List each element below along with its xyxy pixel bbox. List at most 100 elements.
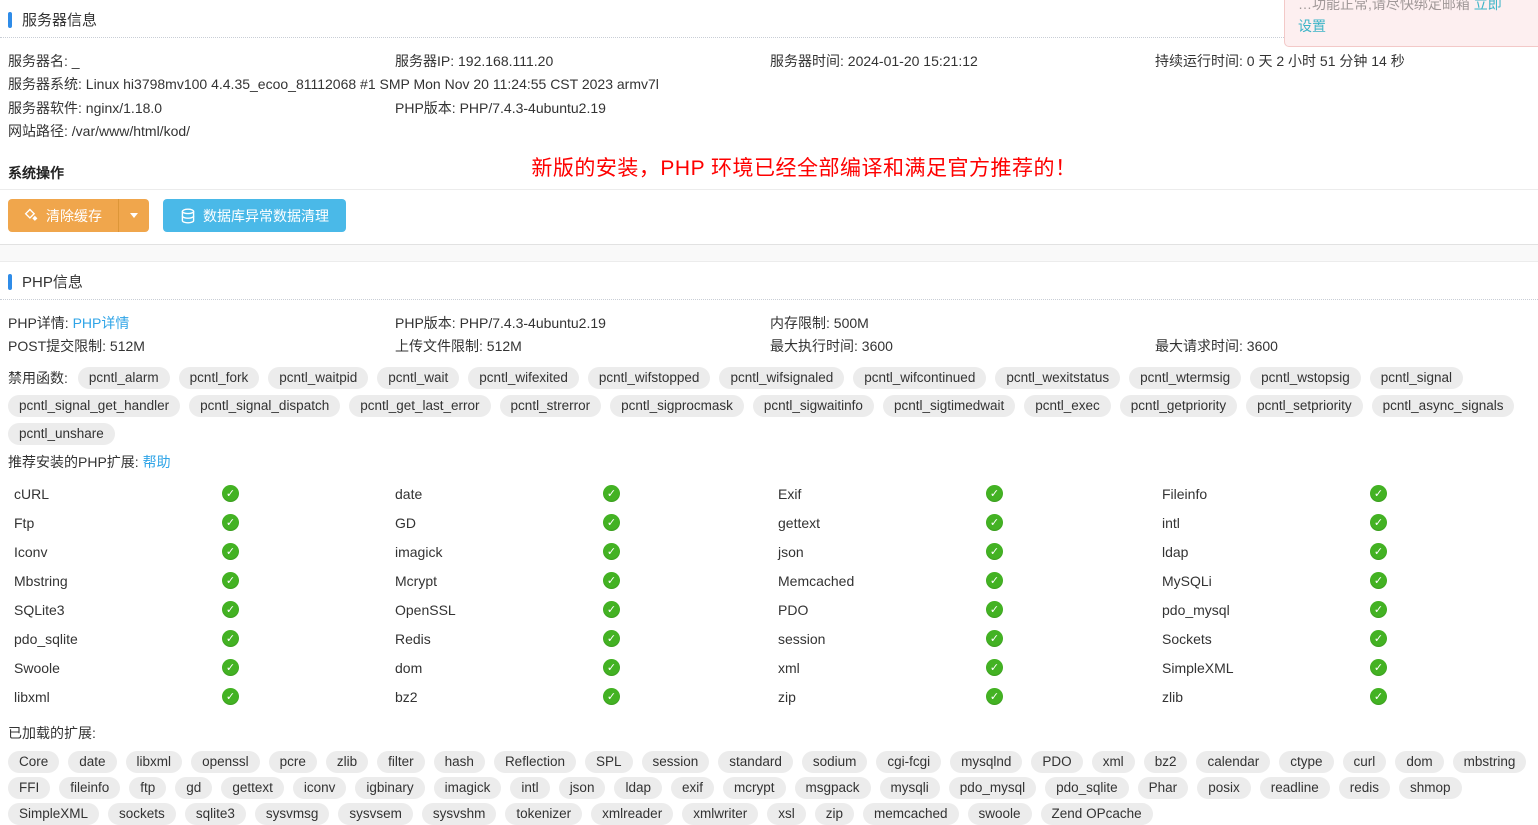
disabled-function-tag: pcntl_setpriority: [1246, 395, 1363, 417]
check-icon: ✓: [222, 514, 239, 531]
extension-name: gettext: [778, 515, 986, 531]
disabled-function-tag: pcntl_wifexited: [468, 367, 579, 389]
loaded-extension-tag: imagick: [434, 777, 502, 799]
server-info-grid: 服务器名: _ 服务器IP: 192.168.111.20 服务器时间: 202…: [8, 38, 1530, 143]
extension-name: dom: [395, 660, 603, 676]
notification-setup-link-part1[interactable]: 立即: [1474, 0, 1502, 12]
extension-name: OpenSSL: [395, 602, 603, 618]
disabled-function-tag: pcntl_get_last_error: [349, 395, 490, 417]
db-clean-label: 数据库异常数据清理: [203, 206, 329, 226]
disabled-function-tag: pcntl_sigprocmask: [610, 395, 744, 417]
check-icon: ✓: [1370, 601, 1387, 618]
loaded-extension-tag: sysvshm: [422, 803, 497, 825]
disabled-function-tag: pcntl_fork: [179, 367, 260, 389]
server-uptime-field: 持续运行时间: 0 天 2 小时 51 分钟 14 秒: [1155, 51, 1530, 71]
php-version-field: PHP版本: PHP/7.4.3-4ubuntu2.19: [395, 313, 770, 333]
loaded-extension-tag: sysvsem: [338, 803, 413, 825]
loaded-extension-tag: shmop: [1399, 777, 1462, 799]
check-icon: ✓: [603, 514, 620, 531]
notification-setup-link-part2[interactable]: 设置: [1298, 18, 1326, 34]
loaded-extension-tag: tokenizer: [505, 803, 582, 825]
php-info-header: PHP信息: [0, 276, 1538, 300]
extension-name: MySQLi: [1162, 573, 1370, 589]
extension-name: bz2: [395, 689, 603, 705]
disabled-functions-list: 禁用函数: pcntl_alarmpcntl_forkpcntl_waitpid…: [8, 367, 1530, 445]
disabled-function-tag: pcntl_wifcontinued: [853, 367, 986, 389]
extension-cell: libxml ✓: [14, 688, 395, 705]
loaded-extension-tag: pdo_mysql: [949, 777, 1036, 799]
db-clean-button[interactable]: 数据库异常数据清理: [163, 199, 346, 232]
loaded-extension-tag: SPL: [585, 751, 633, 773]
extension-cell: Fileinfo ✓: [1162, 485, 1530, 502]
php-detail-link[interactable]: PHP详情: [73, 315, 130, 331]
extension-cell: Mbstring ✓: [14, 572, 395, 589]
disabled-function-tag: pcntl_strerror: [500, 395, 602, 417]
check-icon: ✓: [986, 514, 1003, 531]
extension-name: libxml: [14, 689, 222, 705]
extension-name: SimpleXML: [1162, 660, 1370, 676]
server-name-field: 服务器名: _: [8, 51, 395, 71]
disabled-function-tag: pcntl_getpriority: [1120, 395, 1237, 417]
loaded-extension-tag: mbstring: [1453, 751, 1527, 773]
clear-cache-button-group: 清除缓存: [8, 199, 149, 232]
loaded-extension-tag: sockets: [108, 803, 176, 825]
server-php-version-field: PHP版本: PHP/7.4.3-4ubuntu2.19: [395, 98, 770, 118]
loaded-extension-tag: swoole: [968, 803, 1032, 825]
extension-name: zlib: [1162, 689, 1370, 705]
loaded-extension-tag: mysqli: [880, 777, 940, 799]
loaded-extension-tag: calendar: [1196, 751, 1270, 773]
extension-name: cURL: [14, 486, 222, 502]
loaded-extension-tag: Zend OPcache: [1041, 803, 1153, 825]
extension-name: session: [778, 631, 986, 647]
loaded-extension-tag: xml: [1092, 751, 1135, 773]
loaded-extension-tag: msgpack: [795, 777, 871, 799]
system-ops-title: 系统操作: [0, 163, 1538, 190]
loaded-extension-tag: session: [642, 751, 710, 773]
extension-cell: Sockets ✓: [1162, 630, 1530, 647]
disabled-function-tag: pcntl_sigtimedwait: [883, 395, 1015, 417]
server-system-field: 服务器系统: Linux hi3798mv100 4.4.35_ecoo_811…: [8, 74, 1530, 94]
extension-cell: SimpleXML ✓: [1162, 659, 1530, 676]
help-link[interactable]: 帮助: [143, 454, 171, 470]
extension-name: Mbstring: [14, 573, 222, 589]
loaded-extension-tag: cgi-fcgi: [876, 751, 941, 773]
loaded-extension-tag: ldap: [614, 777, 662, 799]
check-icon: ✓: [1370, 485, 1387, 502]
section-accent-bar: [8, 274, 12, 290]
extension-cell: GD ✓: [395, 514, 778, 531]
check-icon: ✓: [222, 630, 239, 647]
disabled-function-tag: pcntl_async_signals: [1372, 395, 1515, 417]
check-icon: ✓: [1370, 659, 1387, 676]
disabled-function-tag: pcntl_wifstopped: [588, 367, 711, 389]
check-icon: ✓: [1370, 630, 1387, 647]
loaded-extension-tag: libxml: [126, 751, 183, 773]
loaded-extension-tag: memcached: [863, 803, 959, 825]
loaded-extension-tag: Core: [8, 751, 59, 773]
chevron-down-icon: [130, 213, 138, 218]
extension-name: GD: [395, 515, 603, 531]
loaded-extension-tag: date: [68, 751, 116, 773]
bind-email-notification: …功能正常,请尽快绑定邮箱 立即 设置: [1284, 0, 1538, 47]
clear-cache-button[interactable]: 清除缓存: [8, 199, 118, 232]
extension-name: pdo_sqlite: [14, 631, 222, 647]
server-ip-field: 服务器IP: 192.168.111.20: [395, 51, 770, 71]
loaded-extension-tag: intl: [510, 777, 549, 799]
check-icon: ✓: [603, 543, 620, 560]
extension-cell: gettext ✓: [778, 514, 1162, 531]
disabled-functions-label: 禁用函数:: [8, 368, 68, 388]
server-info-title: 服务器信息: [22, 9, 97, 30]
loaded-extension-tag: standard: [718, 751, 793, 773]
loaded-extension-tag: pcre: [269, 751, 317, 773]
loaded-extension-tag: filter: [377, 751, 425, 773]
check-icon: ✓: [603, 601, 620, 618]
disabled-function-tag: pcntl_alarm: [78, 367, 170, 389]
extension-name: Mcrypt: [395, 573, 603, 589]
loaded-extension-tag: xmlreader: [591, 803, 673, 825]
clear-cache-dropdown-toggle[interactable]: [118, 199, 149, 232]
section-divider: [0, 244, 1538, 262]
extension-name: imagick: [395, 544, 603, 560]
disabled-function-tag: pcntl_wexitstatus: [995, 367, 1120, 389]
extension-cell: zlib ✓: [1162, 688, 1530, 705]
php-info-panel: PHP信息 PHP详情: PHP详情 PHP版本: PHP/7.4.3-4ubu…: [0, 262, 1538, 825]
loaded-extension-tag: sqlite3: [185, 803, 246, 825]
